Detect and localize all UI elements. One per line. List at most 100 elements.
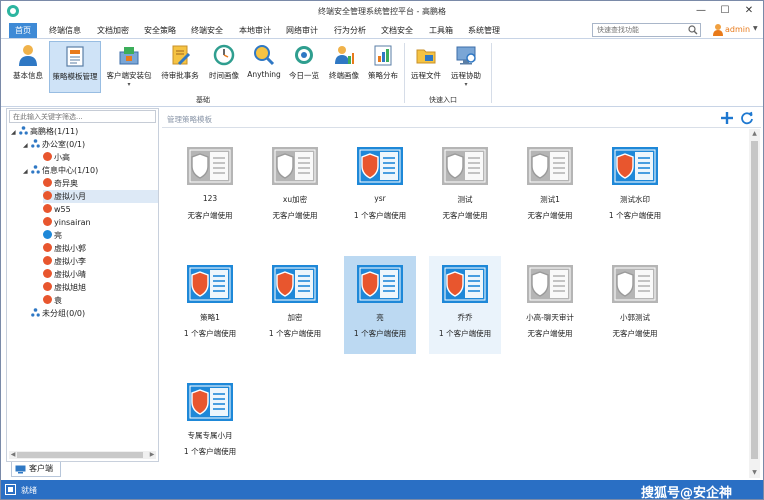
tree-node-client[interactable]: yinsairan: [43, 216, 91, 229]
template-tile[interactable]: 专属专属小月 1 个客户端使用: [174, 374, 246, 472]
policy-template-icon: [527, 147, 573, 185]
menu-doc-encrypt[interactable]: 文档加密: [97, 23, 129, 38]
ribbon-label: 时间画像: [209, 71, 239, 80]
client-installer-button[interactable]: 客户端安装包 ▾: [103, 41, 155, 93]
pending-approval-button[interactable]: 待审批事务: [157, 41, 203, 93]
offline-status-icon: [43, 243, 52, 252]
tree-node-client[interactable]: 袁: [43, 294, 62, 307]
template-usage: 1 个客户端使用: [183, 329, 237, 338]
template-tile[interactable]: ysr 1 个客户端使用: [344, 138, 416, 236]
template-tile[interactable]: 策略1 1 个客户端使用: [174, 256, 246, 354]
scroll-down-icon[interactable]: ▼: [749, 468, 760, 478]
search-box[interactable]: [592, 23, 701, 37]
collapse-toggle-icon[interactable]: ◢: [23, 139, 31, 152]
scroll-left-icon[interactable]: ◀: [9, 451, 17, 459]
template-tile[interactable]: 加密 1 个客户端使用: [259, 256, 331, 354]
template-tile[interactable]: 测试水印 1 个客户端使用: [599, 138, 671, 236]
tree-node-label: 小高: [54, 153, 70, 162]
template-tile[interactable]: 测试 无客户端使用: [429, 138, 501, 236]
collapse-toggle-icon[interactable]: ◢: [11, 126, 19, 139]
template-name: 加密: [287, 313, 303, 322]
template-usage: 无客户端使用: [527, 329, 573, 338]
template-usage: 1 个客户端使用: [183, 447, 237, 456]
anything-button[interactable]: Anything: [245, 41, 283, 93]
scroll-thumb[interactable]: [751, 141, 758, 459]
tree-node-org[interactable]: ◢ 高鹏格(1/11): [11, 125, 78, 138]
menu-security-policy[interactable]: 安全策略: [144, 23, 176, 38]
menu-local-audit[interactable]: 本地审计: [239, 23, 271, 38]
template-tile[interactable]: xu加密 无客户端使用: [259, 138, 331, 236]
remote-file-button[interactable]: 远程文件: [407, 41, 445, 93]
maximize-button[interactable]: ☐: [714, 3, 736, 19]
scroll-up-icon[interactable]: ▲: [749, 129, 760, 139]
template-tile[interactable]: 小高-聊天审计 无客户端使用: [514, 256, 586, 354]
offline-status-icon: [43, 204, 52, 213]
template-name: 专属专属小月: [187, 431, 233, 440]
scroll-thumb[interactable]: [17, 452, 143, 458]
minimize-button[interactable]: —: [690, 3, 712, 19]
menu-system-admin[interactable]: 系统管理: [468, 23, 500, 38]
terminal-profile-button[interactable]: 终端画像: [325, 41, 363, 93]
policy-distribution-button[interactable]: 策略分布: [365, 41, 401, 93]
remote-assist-button[interactable]: 远程协助 ▾: [447, 41, 485, 93]
template-tile[interactable]: 亮 1 个客户端使用: [344, 256, 416, 354]
tree-node-client[interactable]: 虚拟小郭: [43, 242, 86, 255]
menu-toolbox[interactable]: 工具箱: [429, 23, 453, 38]
tree-node-client[interactable]: w55: [43, 203, 71, 216]
menu-terminal-info[interactable]: 终端信息: [49, 23, 81, 38]
template-manage-button[interactable]: 策略模板管理: [49, 41, 101, 93]
offline-status-icon: [43, 256, 52, 265]
tree-node-client[interactable]: 虚拟小李: [43, 255, 86, 268]
search-icon[interactable]: [688, 25, 698, 35]
tree-node-group[interactable]: 未分组(0/0): [31, 307, 85, 320]
tree-node-client-selected[interactable]: 虚拟小月: [43, 190, 158, 203]
menu-network-audit[interactable]: 网络审计: [286, 23, 318, 38]
tree-filter-input[interactable]: [9, 110, 156, 123]
vertical-scrollbar[interactable]: ▲ ▼: [749, 129, 760, 478]
offline-status-icon: [43, 152, 52, 161]
template-tile[interactable]: 乔乔 1 个客户端使用: [429, 256, 501, 354]
menu-behavior-analysis[interactable]: 行为分析: [334, 23, 366, 38]
tree-node-label: 虚拟小郭: [54, 244, 86, 253]
search-input[interactable]: [593, 24, 685, 36]
tree-node-client[interactable]: 虚拟旭旭: [43, 281, 86, 294]
today-overview-button[interactable]: 今日一览: [285, 41, 323, 93]
template-tile[interactable]: 123 无客户端使用: [174, 138, 246, 236]
ribbon-label: 终端画像: [329, 71, 359, 80]
tree-node-label: 虚拟小李: [54, 257, 86, 266]
template-usage: 无客户端使用: [272, 211, 318, 220]
template-tile[interactable]: 测试1 无客户端使用: [514, 138, 586, 236]
add-icon[interactable]: [720, 111, 734, 125]
chevron-down-icon[interactable]: ▼: [753, 25, 758, 32]
tree-node-client[interactable]: 亮: [43, 229, 62, 242]
menu-home[interactable]: 首页: [9, 23, 37, 38]
tab-clients[interactable]: 客户端: [11, 462, 61, 477]
organization-tree-panel: ◢高鹏格(1/11) ◢办公室(0/1) 小高 ◢信息中心(1/10) 奇异奥 …: [6, 108, 159, 462]
tree-node-label: 亮: [54, 231, 62, 240]
tree-node-group[interactable]: ◢ 信息中心(1/10): [23, 164, 98, 177]
offline-status-icon: [43, 269, 52, 278]
offline-status-icon: [43, 282, 52, 291]
horizontal-scrollbar[interactable]: ◀ ▶: [9, 451, 156, 459]
tree-node-label: 办公室(0/1): [42, 140, 86, 149]
menu-terminal-security[interactable]: 终端安全: [191, 23, 223, 38]
ribbon-divider: [491, 43, 492, 103]
template-name: 策略1: [200, 313, 220, 322]
collapse-toggle-icon[interactable]: ◢: [23, 165, 31, 178]
close-button[interactable]: ✕: [738, 3, 760, 19]
time-profile-button[interactable]: 时间画像: [205, 41, 243, 93]
user-name[interactable]: admin: [725, 25, 750, 34]
refresh-icon[interactable]: [740, 111, 754, 125]
template-tile[interactable]: 小郭测试 无客户端使用: [599, 256, 671, 354]
ribbon-label: 今日一览: [289, 71, 319, 80]
menu-doc-security[interactable]: 文档安全: [381, 23, 413, 38]
scroll-right-icon[interactable]: ▶: [148, 451, 156, 459]
tree-node-client[interactable]: 奇异奥: [43, 177, 78, 190]
approval-icon: [172, 45, 191, 66]
tree-node-client[interactable]: 小高: [43, 151, 70, 164]
template-usage: 1 个客户端使用: [353, 329, 407, 338]
user-icon: [713, 24, 723, 36]
tree-node-client[interactable]: 虚拟小晴: [43, 268, 86, 281]
basic-info-button[interactable]: 基本信息: [7, 41, 49, 93]
tree-node-group[interactable]: ◢ 办公室(0/1): [23, 138, 85, 151]
